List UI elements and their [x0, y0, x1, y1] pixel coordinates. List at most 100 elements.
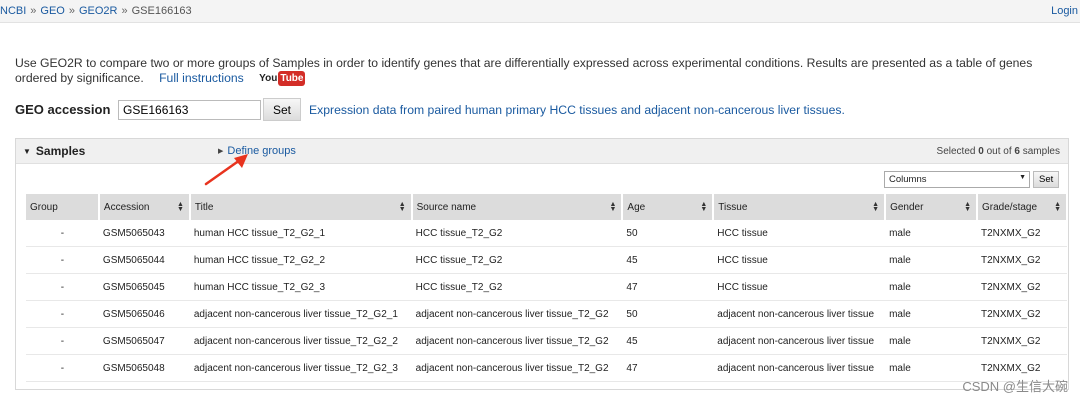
table-row[interactable]: - GSM5065048 adjacent non-cancerous live…	[26, 354, 1067, 382]
table-row[interactable]: - GSM5065045 human HCC tissue_T2_G2_3 HC…	[26, 273, 1067, 301]
sort-icon[interactable]: ▲ ▼	[872, 201, 879, 213]
table-row[interactable]: - GSM5065043 human HCC tissue_T2_G2_1 HC…	[26, 220, 1067, 247]
cell-tissue: adjacent non-cancerous liver tissue	[713, 300, 886, 328]
cell-source-name: adjacent non-cancerous liver tissue_T2_G…	[411, 300, 623, 328]
selected-suffix: samples	[1022, 146, 1060, 157]
accession-label: GEO accession	[15, 102, 111, 117]
cell-group[interactable]: -	[26, 220, 99, 247]
columns-select-value: Columns	[889, 174, 927, 185]
cell-group[interactable]: -	[26, 273, 99, 301]
selected-count: 0	[978, 146, 984, 157]
cell-gender: male	[885, 300, 977, 328]
columns-control: Columns ▼ Set	[884, 171, 1060, 188]
cell-grade-stage: T2NXMX_G2	[977, 220, 1067, 247]
breadcrumb-geo-link[interactable]: GEO	[40, 5, 64, 17]
cell-title: human HCC tissue_T2_G2_3	[189, 273, 412, 301]
youtube-you-text: You	[259, 73, 278, 85]
cell-title: human HCC tissue_T2_G2_1	[189, 220, 412, 247]
intro-paragraph: Use GEO2R to compare two or more groups …	[15, 56, 1075, 87]
cell-grade-stage: T2NXMX_G2	[977, 246, 1067, 274]
samples-table: Group Accession ▲ ▼ Title ▲ ▼ Source name ▲ ▼ …	[26, 194, 1068, 382]
header-label: Group	[30, 201, 58, 213]
login-link[interactable]: Login	[1051, 5, 1078, 17]
sort-icon[interactable]: ▲ ▼	[399, 201, 406, 213]
cell-group[interactable]: -	[26, 327, 99, 355]
header-label: Age	[627, 201, 646, 213]
dropdown-arrow-icon: ▼	[1019, 174, 1026, 181]
samples-toggle[interactable]: ▼ Samples	[23, 144, 85, 158]
cell-title: adjacent non-cancerous liver tissue_T2_G…	[189, 327, 412, 355]
cell-accession: GSM5065045	[98, 273, 190, 301]
cell-source-name: adjacent non-cancerous liver tissue_T2_G…	[411, 327, 623, 355]
table-header-row: Group Accession ▲ ▼ Title ▲ ▼ Source name ▲ ▼ …	[26, 194, 1068, 220]
collapse-triangle-icon: ▼	[23, 147, 31, 156]
column-header-age[interactable]: Age ▲ ▼	[622, 194, 715, 220]
cell-source-name: HCC tissue_T2_G2	[411, 220, 623, 247]
cell-tissue: HCC tissue	[713, 246, 886, 274]
breadcrumb-ncbi-link[interactable]: NCBI	[0, 5, 26, 17]
selected-prefix: Selected	[936, 146, 976, 157]
sort-icon[interactable]: ▲ ▼	[700, 201, 707, 213]
cell-source-name: adjacent non-cancerous liver tissue_T2_G…	[411, 354, 623, 382]
cell-group[interactable]: -	[26, 354, 99, 382]
cell-grade-stage: T2NXMX_G2	[977, 327, 1067, 355]
column-header-source-name[interactable]: Source name ▲ ▼	[411, 194, 624, 220]
cell-title: adjacent non-cancerous liver tissue_T2_G…	[189, 300, 412, 328]
breadcrumb-geo2r-link[interactable]: GEO2R	[79, 5, 118, 17]
full-instructions-link[interactable]: Full instructions	[159, 71, 244, 85]
table-row[interactable]: - GSM5065047 adjacent non-cancerous live…	[26, 327, 1067, 355]
cell-tissue: HCC tissue	[713, 273, 886, 301]
samples-title: Samples	[35, 144, 86, 158]
breadcrumb: NCBI » GEO » GEO2R » GSE166163	[0, 5, 192, 17]
breadcrumb-separator: »	[30, 5, 37, 17]
column-header-tissue[interactable]: Tissue ▲ ▼	[713, 194, 887, 220]
cell-gender: male	[885, 246, 977, 274]
breadcrumb-separator: »	[121, 5, 128, 17]
youtube-tube-text: Tube	[278, 71, 306, 87]
cell-title: adjacent non-cancerous liver tissue_T2_G…	[189, 354, 412, 382]
sort-icon[interactable]: ▲ ▼	[609, 201, 616, 213]
cell-age: 50	[622, 220, 714, 247]
accession-row: GEO accession Set Expression data from p…	[15, 98, 845, 121]
columns-set-button[interactable]: Set	[1033, 171, 1060, 188]
breadcrumb-separator: »	[68, 5, 75, 17]
accession-input[interactable]	[118, 99, 261, 120]
samples-panel-header: ▼ Samples ▶ Define groups Selected 0 out o…	[16, 139, 1068, 164]
cell-grade-stage: T2NXMX_G2	[977, 273, 1067, 301]
cell-age: 50	[622, 300, 714, 328]
table-row[interactable]: - GSM5065044 human HCC tissue_T2_G2_2 HC…	[26, 246, 1067, 274]
column-header-title[interactable]: Title ▲ ▼	[189, 194, 413, 220]
selected-samples-info: Selected 0 out of 6 samples	[937, 146, 1060, 157]
cell-group[interactable]: -	[26, 300, 99, 328]
column-header-gender[interactable]: Gender ▲ ▼	[885, 194, 978, 220]
header-label: Accession	[103, 201, 150, 213]
cell-tissue: adjacent non-cancerous liver tissue	[713, 327, 886, 355]
breadcrumb-current: GSE166163	[131, 5, 192, 17]
youtube-icon[interactable]: You Tube	[259, 71, 306, 87]
table-row[interactable]: - GSM5065046 adjacent non-cancerous live…	[26, 300, 1067, 328]
column-header-group[interactable]: Group	[26, 194, 100, 220]
top-nav-bar: NCBI » GEO » GEO2R » GSE166163 Login	[0, 0, 1080, 23]
sort-icon[interactable]: ▲ ▼	[177, 201, 184, 213]
cell-title: human HCC tissue_T2_G2_2	[189, 246, 412, 274]
accession-set-button[interactable]: Set	[263, 98, 302, 121]
cell-age: 45	[622, 327, 714, 355]
cell-gender: male	[885, 220, 977, 247]
cell-group[interactable]: -	[26, 246, 99, 274]
header-label: Gender	[890, 201, 924, 213]
column-header-grade-stage[interactable]: Grade/stage ▲ ▼	[977, 194, 1068, 220]
cell-accession: GSM5065048	[98, 354, 190, 382]
cell-age: 47	[622, 273, 714, 301]
accession-description: Expression data from paired human primar…	[309, 102, 845, 117]
sort-icon[interactable]: ▲ ▼	[964, 201, 971, 213]
cell-age: 45	[622, 246, 714, 274]
samples-panel: ▼ Samples ▶ Define groups Selected 0 out o…	[15, 138, 1069, 390]
cell-accession: GSM5065046	[98, 300, 190, 328]
cell-grade-stage: T2NXMX_G2	[977, 300, 1067, 328]
cell-accession: GSM5065044	[98, 246, 190, 274]
columns-select[interactable]: Columns ▼	[884, 171, 1030, 188]
watermark: CSDN @生信大碗	[962, 379, 1068, 394]
sort-icon[interactable]: ▲ ▼	[1054, 201, 1061, 213]
column-header-accession[interactable]: Accession ▲ ▼	[98, 194, 191, 220]
cell-accession: GSM5065047	[98, 327, 190, 355]
